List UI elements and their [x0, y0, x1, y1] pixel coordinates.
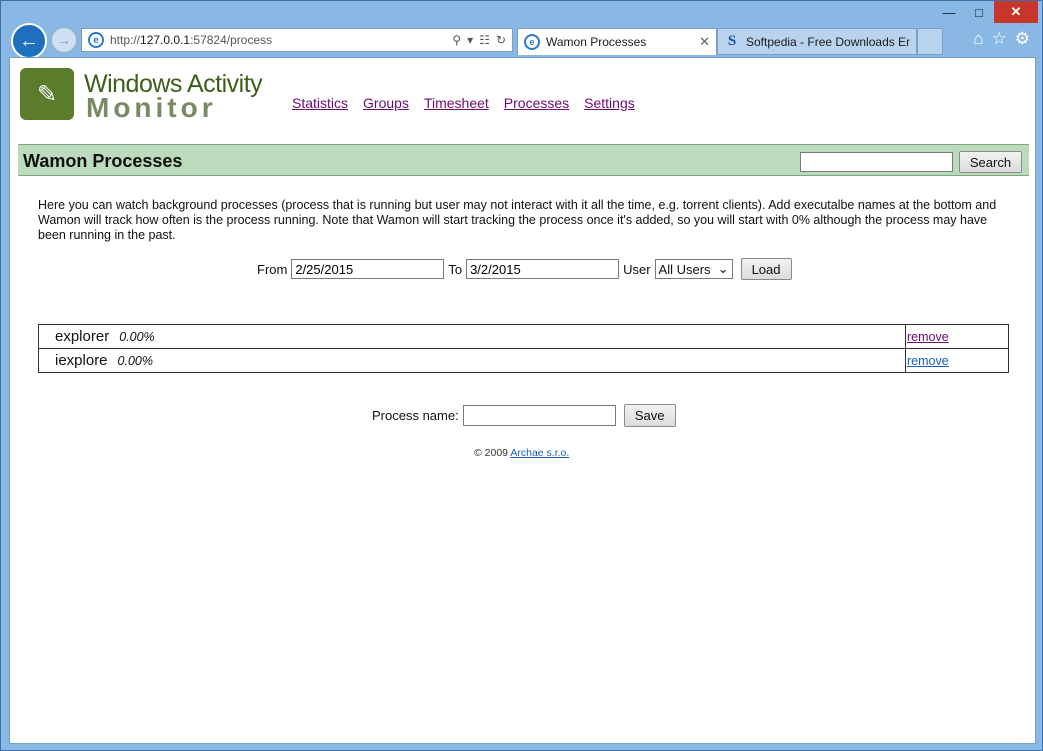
- process-percent: 0.00%: [119, 330, 155, 344]
- search-button[interactable]: Search: [959, 151, 1022, 173]
- window-controls: — □ ✕: [934, 1, 1038, 23]
- dropdown-icon[interactable]: ▾: [467, 33, 473, 47]
- nav-processes[interactable]: Processes: [504, 95, 569, 111]
- user-select[interactable]: All Users ⌄: [654, 259, 733, 279]
- arrow-left-icon: ←: [19, 29, 39, 52]
- process-cell: explorer 0.00%: [38, 324, 906, 349]
- ie-icon: e: [88, 32, 104, 48]
- page-content: ✎ Windows Activity Monitor Statistics Gr…: [9, 57, 1036, 744]
- user-select-value: All Users: [658, 261, 711, 277]
- action-cell: remove: [905, 324, 1009, 349]
- brand-line2: Monitor: [86, 92, 217, 123]
- home-icon[interactable]: ⌂: [973, 29, 983, 49]
- save-button[interactable]: Save: [623, 404, 676, 427]
- to-label: To: [448, 261, 463, 277]
- wamon-logo-icon: ✎: [20, 68, 74, 120]
- remove-link[interactable]: remove: [907, 330, 949, 344]
- site-header: ✎ Windows Activity Monitor Statistics Gr…: [10, 58, 1035, 142]
- browser-window: — □ ✕ ← → e http://127.0.0.1:57824/proce…: [0, 0, 1043, 751]
- process-percent: 0.00%: [117, 354, 153, 368]
- minimize-icon[interactable]: —: [934, 1, 964, 23]
- process-cell: iexplore 0.00%: [38, 348, 906, 373]
- new-tab-button[interactable]: [917, 28, 943, 55]
- chevron-down-icon: ⌄: [717, 261, 729, 276]
- process-name-label: Process name:: [372, 408, 459, 423]
- footer: © 2009 Archae s.r.o.: [474, 447, 569, 459]
- nav-statistics[interactable]: Statistics: [292, 95, 348, 111]
- address-bar[interactable]: e http://127.0.0.1:57824/process ⚲ ▾ ☷ ↻: [81, 28, 513, 52]
- load-button[interactable]: Load: [740, 258, 792, 280]
- arrow-right-icon: →: [57, 32, 71, 48]
- maximize-icon[interactable]: □: [964, 1, 994, 23]
- from-date-input[interactable]: [291, 259, 445, 279]
- browser-right-icons: ⌂ ☆ ⚙: [973, 29, 1030, 49]
- page-title: Wamon Processes: [23, 151, 183, 171]
- tab-wamon-processes[interactable]: e Wamon Processes ✕: [517, 28, 717, 55]
- forward-button[interactable]: →: [51, 27, 77, 53]
- address-actions: ⚲ ▾ ☷ ↻: [452, 33, 512, 47]
- compatibility-icon[interactable]: ☷: [479, 33, 490, 47]
- to-date-input[interactable]: [466, 259, 620, 279]
- browser-toolbar: ← → e http://127.0.0.1:57824/process ⚲ ▾…: [9, 23, 1034, 59]
- tab-label: Wamon Processes: [546, 35, 647, 49]
- softpedia-icon: S: [727, 33, 737, 49]
- date-filter: From To User All Users ⌄ Load: [257, 258, 792, 280]
- favorites-star-icon[interactable]: ☆: [992, 29, 1007, 49]
- process-name: iexplore: [55, 352, 108, 369]
- user-label: User: [623, 261, 651, 277]
- table-row: explorer 0.00% remove: [38, 324, 1009, 349]
- gear-icon[interactable]: ⚙: [1015, 29, 1030, 49]
- address-url: http://127.0.0.1:57824/process: [110, 33, 273, 47]
- copyright-text: © 2009: [474, 447, 509, 459]
- close-icon[interactable]: ✕: [994, 1, 1038, 23]
- search-icon[interactable]: ⚲: [452, 33, 461, 47]
- add-process-form: Process name: Save: [372, 404, 676, 427]
- company-link[interactable]: Archae s.r.o.: [510, 447, 569, 459]
- main-nav: Statistics Groups Timesheet Processes Se…: [292, 95, 635, 111]
- remove-link[interactable]: remove: [907, 354, 949, 368]
- action-cell: remove: [905, 348, 1009, 373]
- from-label: From: [257, 261, 288, 277]
- nav-timesheet[interactable]: Timesheet: [424, 95, 489, 111]
- close-tab-icon[interactable]: ✕: [695, 34, 710, 50]
- back-button[interactable]: ←: [11, 23, 47, 59]
- tab-softpedia[interactable]: S Softpedia - Free Downloads En...: [717, 28, 917, 55]
- description-text: Here you can watch background processes …: [38, 198, 997, 242]
- table-row: iexplore 0.00% remove: [38, 348, 1009, 373]
- ie-icon: e: [524, 34, 540, 50]
- search-input[interactable]: [800, 152, 953, 172]
- tab-label: Softpedia - Free Downloads En...: [746, 34, 910, 49]
- refresh-icon[interactable]: ↻: [496, 33, 506, 47]
- process-name: explorer: [55, 328, 110, 345]
- nav-settings[interactable]: Settings: [584, 95, 635, 111]
- process-name-input[interactable]: [462, 405, 616, 426]
- title-band: Wamon Processes Search: [18, 144, 1029, 176]
- nav-groups[interactable]: Groups: [363, 95, 409, 111]
- process-table: explorer 0.00% remove iexplore 0.00% remov…: [38, 324, 1009, 373]
